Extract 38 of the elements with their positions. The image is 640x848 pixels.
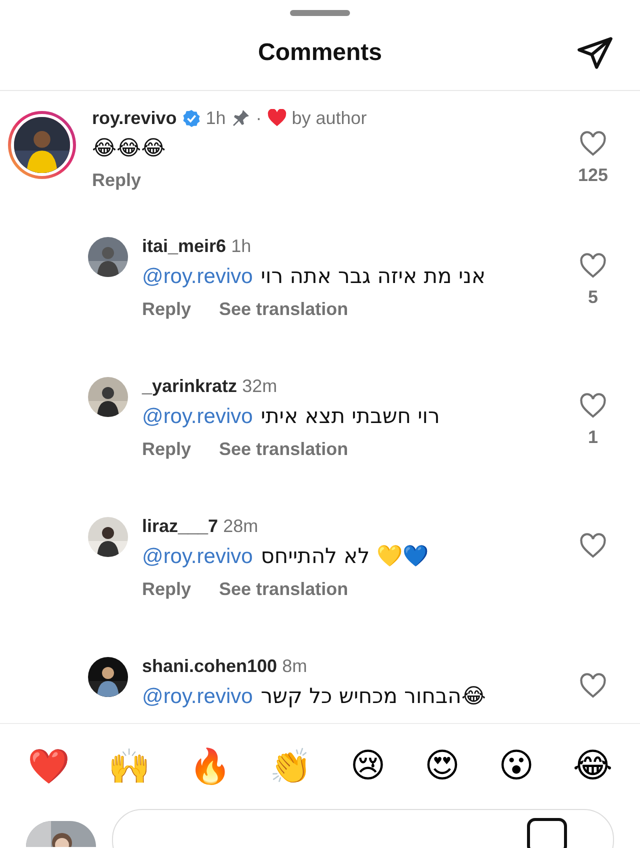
username[interactable]: liraz___7 bbox=[142, 516, 218, 536]
translation-link[interactable]: See translation bbox=[219, 439, 348, 460]
send-icon[interactable] bbox=[576, 34, 614, 72]
like-icon[interactable] bbox=[579, 673, 607, 699]
like-count: 1 bbox=[588, 427, 598, 448]
username[interactable]: itai_meir6 bbox=[142, 236, 226, 256]
drag-handle[interactable] bbox=[290, 10, 350, 16]
liked-by-author-label: by author bbox=[292, 108, 367, 128]
reply-link[interactable]: Reply bbox=[142, 439, 192, 460]
username[interactable]: roy.revivo bbox=[92, 108, 177, 128]
like-icon[interactable] bbox=[579, 253, 607, 279]
comment-text: 😂😂😂 bbox=[92, 136, 167, 160]
timestamp: 32m bbox=[242, 376, 278, 396]
timestamp: 8m bbox=[282, 656, 308, 676]
like-count: 5 bbox=[588, 287, 598, 308]
username[interactable]: _yarinkratz bbox=[142, 376, 238, 396]
emoji-reaction[interactable]: 😢 bbox=[350, 746, 386, 787]
like-icon[interactable] bbox=[579, 131, 607, 157]
emoji-reaction[interactable]: 😮 bbox=[498, 746, 534, 787]
gif-icon[interactable] bbox=[527, 818, 567, 848]
emoji-reaction[interactable]: 😍 bbox=[424, 746, 460, 787]
translation-link[interactable]: See translation bbox=[219, 299, 348, 320]
emoji-reaction[interactable]: 🔥 bbox=[188, 746, 231, 787]
timestamp: 1h bbox=[206, 108, 226, 128]
timestamp: 1h bbox=[231, 236, 252, 256]
translation-link[interactable]: See translation bbox=[219, 579, 348, 600]
username[interactable]: shani.cohen100 bbox=[142, 656, 278, 676]
timestamp: 28m bbox=[223, 516, 258, 536]
like-icon[interactable] bbox=[579, 533, 607, 559]
separator-dot: · bbox=[256, 108, 262, 128]
reply-link[interactable]: Reply bbox=[142, 299, 192, 320]
like-count: 125 bbox=[578, 165, 608, 186]
like-icon[interactable] bbox=[579, 393, 607, 419]
sheet-title: Comments bbox=[258, 39, 382, 67]
reply-link[interactable]: Reply bbox=[92, 170, 142, 191]
emoji-reaction[interactable]: ❤ bbox=[27, 746, 70, 787]
reply-link[interactable]: Reply bbox=[142, 579, 192, 600]
emoji-reaction[interactable]: 😂 bbox=[572, 746, 613, 787]
